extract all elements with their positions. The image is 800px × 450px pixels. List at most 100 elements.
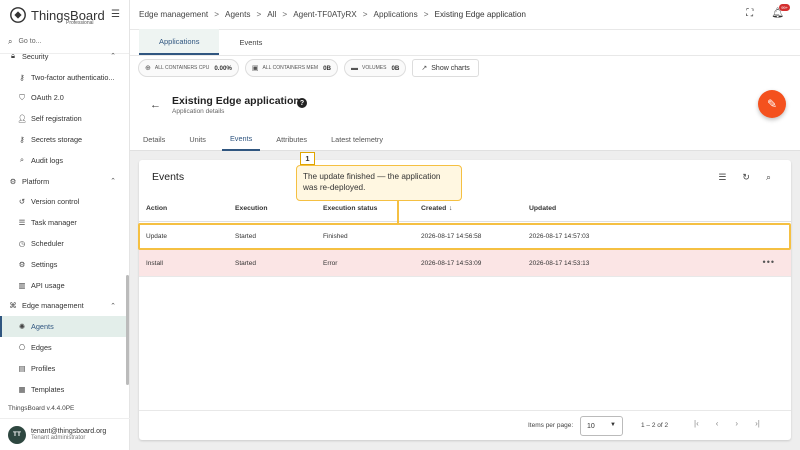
tab-details[interactable]: Details	[135, 127, 173, 151]
chevron-up-icon[interactable]: ⌃	[110, 177, 116, 185]
history-icon: ↺	[18, 197, 26, 207]
search-icon: ⌕	[8, 36, 13, 46]
menu-toggle-icon[interactable]: ☰	[111, 9, 120, 20]
highlight-row-frame	[138, 223, 791, 250]
tab-events[interactable]: Events	[219, 29, 282, 55]
edit-button[interactable]: ✎	[758, 90, 786, 118]
sidebar-item-label: Version control	[31, 197, 80, 207]
breadcrumb-separator: >	[214, 10, 219, 19]
breadcrumb-separator: >	[362, 10, 368, 19]
sidebar-scrollbar[interactable]	[126, 275, 129, 385]
tab-events[interactable]: Events	[221, 127, 261, 151]
stat-value: 0B	[323, 64, 332, 72]
profile-icon: ▤	[18, 363, 26, 373]
sidebar-item[interactable]: ▤ Profiles	[0, 358, 126, 379]
first-page-icon[interactable]: |‹	[694, 419, 699, 428]
sidebar-item[interactable]: ⌘ Edge management ⌃	[0, 296, 126, 317]
page-subtitle: Application details	[172, 108, 225, 115]
globe-icon: ⊕	[145, 65, 151, 72]
stat-value: 0.00%	[214, 64, 232, 72]
sidebar-item[interactable]: ⚙ Platform ⌃	[0, 171, 126, 192]
sidebar-item-label: Self registration	[31, 114, 82, 124]
sidebar-item-label: Templates	[31, 384, 65, 394]
sidebar-item[interactable]: 🔒︎ Security ⌃	[0, 46, 126, 67]
sidebar-item[interactable]: ⌕ Audit logs	[0, 150, 126, 171]
stats-bar: ⊕ ALL CONTAINERS CPU 0.00% ▣ ALL CONTAINERS …	[138, 59, 479, 77]
tab-applications[interactable]: Applications	[139, 29, 220, 55]
help-icon[interactable]: ?	[297, 98, 307, 108]
callout-number: 1	[300, 152, 315, 165]
last-page-icon[interactable]: ›|	[755, 419, 760, 428]
show-charts-button[interactable]: ↗ Show charts	[412, 59, 479, 77]
main-tabs: Applications Events	[130, 29, 800, 56]
table-cell: Started	[235, 260, 256, 267]
table-row[interactable]: Install Started Error 2026-08-17 14:53:09 20…	[139, 250, 791, 277]
next-page-icon[interactable]: ›	[735, 419, 738, 428]
stat-label: ALL CONTAINERS CPU	[154, 65, 210, 71]
sidebar-item[interactable]: ⚷ Secrets storage	[0, 129, 126, 150]
filter-icon[interactable]: ☰	[718, 172, 726, 183]
sort-arrow-icon[interactable]: ↓	[449, 205, 452, 212]
column-header[interactable]: Action	[146, 205, 167, 212]
sidebar-item[interactable]: ⚷ Two-factor authenticatio...	[0, 67, 126, 88]
table-cell: Install	[146, 260, 163, 267]
notifications-icon[interactable]: 🔔︎ 99+	[771, 4, 790, 19]
sidebar-item[interactable]: ↺ Version control	[0, 192, 126, 213]
breadcrumb-separator: >	[423, 10, 429, 19]
sidebar-item[interactable]: ⎔ Edges	[0, 337, 126, 358]
stat-chip: ▬ VOLUMES 0B	[344, 59, 407, 77]
table-cell: 2026-08-17 14:53:13	[529, 260, 590, 267]
list-icon: ☰	[18, 218, 26, 228]
sidebar-item[interactable]: 👤︎ Self registration	[0, 108, 126, 129]
breadcrumb-separator: >	[282, 10, 288, 19]
chevron-up-icon[interactable]: ⌃	[110, 302, 116, 310]
tab-attributes[interactable]: Attributes	[268, 127, 315, 151]
memory-icon: ▣	[251, 65, 259, 72]
stat-chip: ⊕ ALL CONTAINERS CPU 0.00%	[138, 59, 239, 77]
gear-icon: ⚙	[18, 259, 26, 269]
sidebar-item[interactable]: ▥ API usage	[0, 275, 126, 296]
folder-icon: ▬	[351, 64, 359, 72]
column-header[interactable]: Created	[421, 205, 446, 212]
key-icon: ⚷	[19, 135, 25, 145]
tab-units[interactable]: Units	[181, 127, 214, 151]
sidebar-item[interactable]: ⚙ Settings	[0, 254, 126, 275]
sidebar-item[interactable]: ☰ Task manager	[0, 212, 126, 233]
back-arrow-icon[interactable]: ←	[150, 99, 161, 111]
search-icon[interactable]: ⌕	[766, 172, 771, 183]
logo-sub: Professional	[66, 20, 94, 26]
chevron-down-icon: ▼	[610, 422, 616, 428]
prev-page-icon[interactable]: ‹	[716, 419, 719, 428]
more-options-icon[interactable]: •••	[763, 257, 775, 267]
items-per-page-select[interactable]: 10 ▼	[580, 416, 623, 436]
sidebar-item[interactable]: ⛉ OAuth 2.0	[0, 88, 126, 109]
items-per-page-label: Items per page:	[528, 422, 574, 429]
tab-latest-telemetry[interactable]: Latest telemetry	[323, 127, 391, 151]
fullscreen-icon[interactable]: ⛶	[746, 8, 753, 19]
agent-icon: ✺	[18, 322, 26, 332]
stat-label: ALL CONTAINERS MEM	[262, 65, 319, 71]
sidebar-item-label: Audit logs	[31, 155, 64, 165]
breadcrumb-item[interactable]: Applications	[374, 10, 418, 19]
column-header[interactable]: Execution status	[323, 205, 377, 212]
sidebar-item-label: Task manager	[31, 218, 77, 228]
column-header[interactable]: Execution	[235, 205, 267, 212]
breadcrumb-item[interactable]: All	[267, 10, 276, 19]
chevron-up-icon[interactable]: ⌃	[110, 52, 116, 60]
sidebar-item-label: Profiles	[31, 363, 56, 373]
key-icon: ⚷	[19, 72, 25, 82]
logo[interactable]: ThingsBoard Professional ☰	[0, 0, 129, 30]
sidebar-item-label: Platform	[22, 176, 50, 186]
events-title: Events	[152, 171, 185, 183]
sidebar-item[interactable]: ✺ Agents	[0, 316, 126, 338]
column-header[interactable]: Updated	[529, 205, 556, 212]
table-header: Action Execution Execution status Created ↓ U…	[139, 196, 791, 222]
breadcrumb-item[interactable]: Agent-TF0ATyRX	[293, 10, 357, 19]
sidebar-item[interactable]: ▦ Templates	[0, 379, 126, 394]
breadcrumb-item[interactable]: Edge management	[139, 10, 208, 19]
breadcrumb-item[interactable]: Agents	[225, 10, 251, 19]
user-menu[interactable]: TT tenant@thingsboard.org Tenant adminis…	[0, 418, 130, 450]
trend-icon: ↗	[421, 65, 428, 72]
refresh-icon[interactable]: ↻	[742, 172, 750, 183]
sidebar-item[interactable]: ◷ Scheduler	[0, 233, 126, 254]
